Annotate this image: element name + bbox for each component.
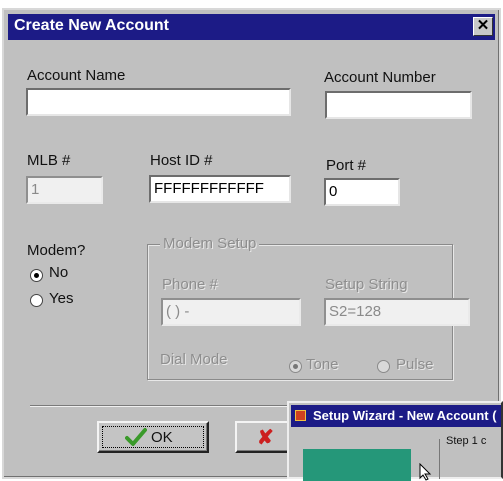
- account-number-input[interactable]: [325, 91, 472, 119]
- checkmark-icon: [125, 428, 147, 446]
- modem-setup-group-title: Modem Setup: [160, 235, 260, 252]
- dial-mode-label: Dial Mode: [160, 351, 228, 368]
- cancel-button[interactable]: ✘: [235, 421, 295, 453]
- modem-yes-radio[interactable]: [30, 294, 43, 307]
- close-button[interactable]: ✕: [473, 17, 493, 36]
- ok-button[interactable]: OK: [97, 421, 209, 453]
- account-name-input[interactable]: [26, 88, 291, 116]
- modem-no-label[interactable]: No: [49, 264, 68, 281]
- dial-pulse-label[interactable]: Pulse: [396, 356, 434, 373]
- ok-button-label: OK: [151, 429, 173, 446]
- mlb-input[interactable]: 1: [26, 176, 103, 204]
- modem-yes-label[interactable]: Yes: [49, 290, 73, 307]
- dial-tone-label[interactable]: Tone: [306, 356, 339, 373]
- dial-pulse-radio[interactable]: [377, 360, 390, 373]
- phone-input[interactable]: ( ) -: [161, 298, 301, 326]
- port-label: Port #: [326, 157, 367, 174]
- dialog-title: Create New Account: [14, 17, 169, 34]
- port-input[interactable]: 0: [324, 178, 400, 206]
- wizard-step-frame: [439, 439, 440, 479]
- mouse-pointer-icon: [419, 463, 432, 481]
- close-icon: ✕: [476, 17, 490, 34]
- setup-string-label: Setup String: [325, 276, 408, 293]
- wizard-image-panel: [303, 449, 411, 481]
- wizard-step-label: Step 1 c: [446, 435, 487, 447]
- setup-string-input[interactable]: S2=128: [324, 298, 470, 326]
- setup-wizard-title-bar[interactable]: Setup Wizard - New Account (: [291, 405, 501, 427]
- modem-no-radio[interactable]: [30, 269, 43, 282]
- account-name-label: Account Name: [27, 67, 126, 84]
- dial-tone-radio[interactable]: [289, 360, 302, 373]
- phone-label: Phone #: [162, 276, 218, 293]
- modem-label: Modem?: [27, 242, 86, 259]
- title-bar[interactable]: Create New Account ✕: [8, 14, 495, 40]
- host-id-input[interactable]: FFFFFFFFFFFF: [149, 175, 291, 203]
- x-icon: ✘: [257, 427, 274, 449]
- wizard-app-icon: [295, 410, 306, 421]
- host-id-label: Host ID #: [150, 152, 213, 169]
- setup-wizard-title: Setup Wizard - New Account (: [313, 408, 497, 423]
- account-number-label: Account Number: [324, 69, 436, 86]
- setup-wizard-window[interactable]: Setup Wizard - New Account ( Step 1 c: [287, 401, 503, 481]
- mlb-label: MLB #: [27, 152, 71, 169]
